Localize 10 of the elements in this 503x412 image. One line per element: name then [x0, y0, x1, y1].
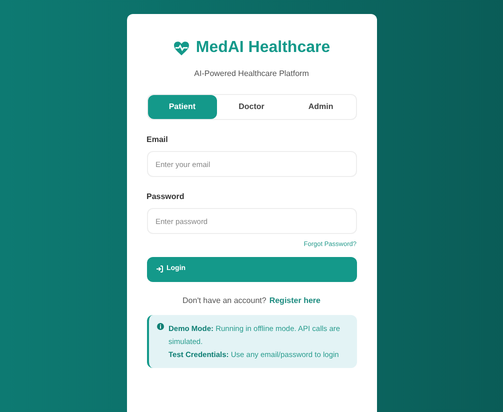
register-prompt: Don't have an account?	[182, 294, 266, 307]
heart-pulse-icon	[172, 40, 190, 56]
info-icon	[156, 322, 164, 330]
field-label: Password	[146, 191, 186, 203]
register-link[interactable]: Register here	[269, 294, 320, 307]
login-icon	[154, 265, 164, 274]
app-subtitle: AI-Powered Healthcare Platform	[193, 68, 310, 80]
field-label: Email	[146, 134, 169, 146]
app-title: MedAI Healthcare	[196, 38, 330, 58]
role-tab[interactable]: Patient	[148, 95, 217, 119]
